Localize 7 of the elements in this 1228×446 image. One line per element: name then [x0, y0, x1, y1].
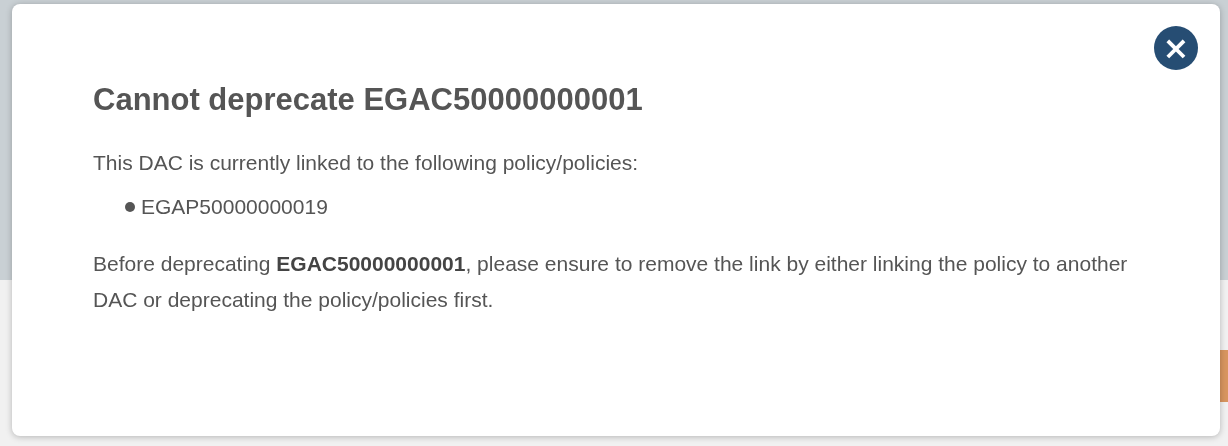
dialog-text: Before deprecating EGAC50000000001, please ensure to remove the link by either linking the policy to another DAC or deprecating the policy/policies first.: [93, 251, 1129, 313]
dialog-title: Cannot deprecate EGAC50000000001: [93, 81, 644, 119]
bullet-icon: [125, 202, 135, 212]
dialog-text: This DAC is currently linked to the following policy/policies:: [93, 150, 640, 176]
side-tab[interactable]: [1220, 350, 1228, 402]
close-button[interactable]: ×: [1154, 26, 1198, 70]
policy-id: EGAP50000000019: [141, 194, 328, 220]
